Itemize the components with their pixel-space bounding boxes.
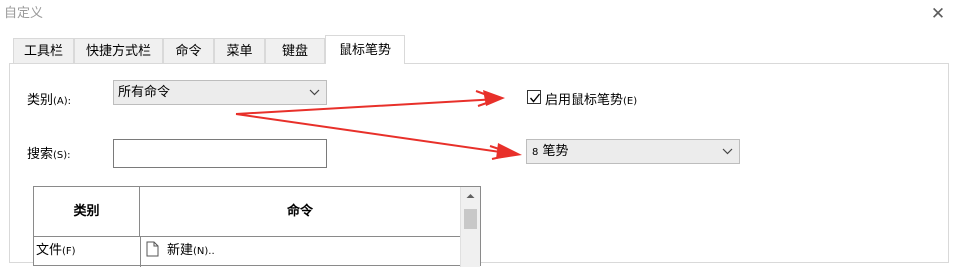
category-label-accel: (A): — [53, 96, 72, 107]
category-dropdown-value: 所有命令 — [118, 85, 171, 100]
table-scrollbar[interactable] — [460, 187, 480, 267]
row-category-accel: (F) — [62, 246, 76, 257]
close-icon[interactable]: ✕ — [926, 2, 950, 26]
enable-gesture-label[interactable]: 启用鼠标笔势(E) — [545, 89, 637, 108]
enable-gesture-checkbox[interactable] — [527, 90, 541, 104]
checkmark-icon — [529, 93, 541, 103]
gesture-count-number: 8 — [532, 147, 539, 158]
search-input[interactable] — [113, 139, 327, 168]
search-label-accel: (S): — [53, 150, 71, 161]
scroll-thumb[interactable] — [464, 209, 477, 229]
tab-menu[interactable]: 菜单 — [214, 38, 265, 63]
row-category-text: 文件 — [36, 243, 63, 258]
enable-gesture-label-text: 启用鼠标笔势 — [545, 93, 624, 108]
table-row-category[interactable]: 文件(F) — [36, 237, 140, 265]
column-header-category[interactable]: 类别 — [34, 187, 140, 237]
column-divider — [140, 237, 141, 267]
chevron-down-icon — [309, 81, 320, 104]
document-icon — [146, 241, 159, 256]
row-command-accel: (N).. — [193, 246, 215, 257]
category-label: 类别(A): — [27, 89, 71, 108]
tab-toolbar[interactable]: 工具栏 — [13, 38, 74, 63]
tab-mouse-gesture[interactable]: 鼠标笔势 — [325, 35, 405, 64]
tab-shortcut-bar[interactable]: 快捷方式栏 — [74, 38, 163, 63]
column-header-command[interactable]: 命令 — [140, 187, 460, 237]
gesture-count-text: 笔势 — [542, 144, 569, 159]
search-label-text: 搜索 — [27, 147, 54, 162]
scroll-up-arrow-icon[interactable] — [461, 187, 480, 205]
category-label-text: 类别 — [27, 93, 54, 108]
commands-table: 类别 命令 文件(F) 新建(N).. — [33, 186, 481, 267]
tab-keyboard[interactable]: 键盘 — [265, 38, 325, 63]
enable-gesture-label-accel: (E) — [623, 96, 638, 107]
row-command-text: 新建 — [167, 243, 194, 258]
search-label: 搜索(S): — [27, 143, 71, 162]
tab-commands[interactable]: 命令 — [163, 38, 214, 63]
gesture-count-dropdown[interactable]: 8 笔势 — [526, 139, 740, 164]
window-title: 自定义 — [4, 6, 44, 21]
chevron-down-icon — [722, 140, 733, 163]
table-row-command[interactable]: 新建(N).. — [146, 237, 446, 265]
category-dropdown[interactable]: 所有命令 — [113, 80, 327, 105]
